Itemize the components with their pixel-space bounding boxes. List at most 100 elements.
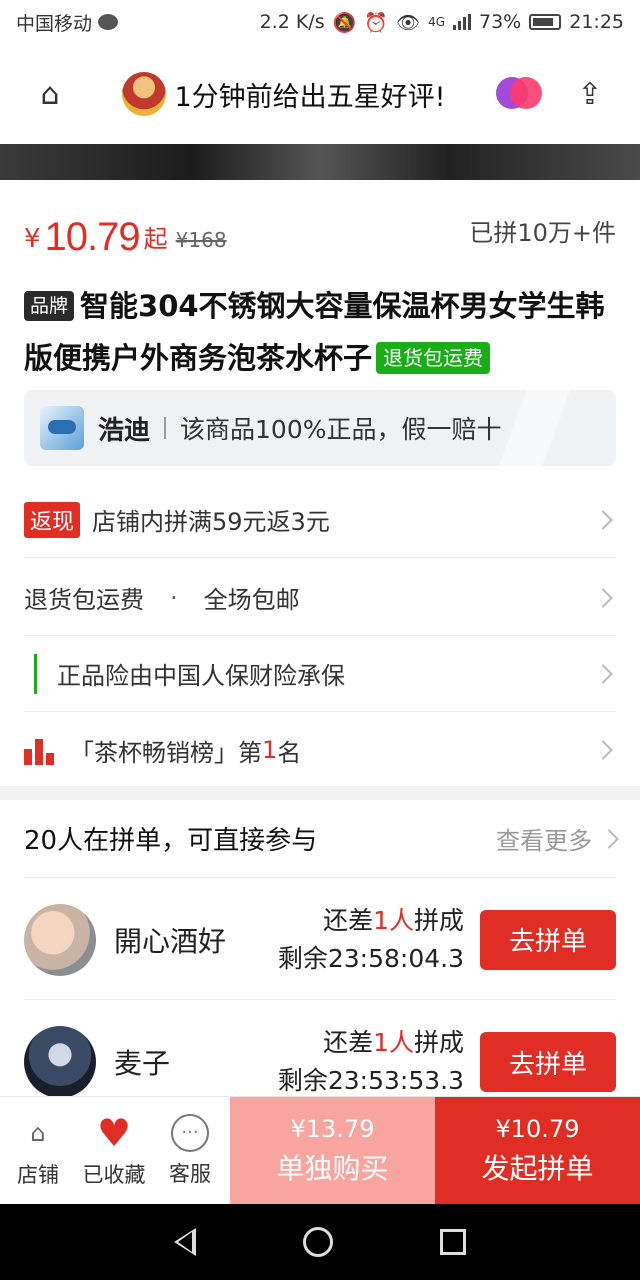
- status-right: 2.2 K/s 🔕 ⏰ 👁 4G 73% 21:25: [260, 11, 624, 34]
- alarm-icon: ⏰: [364, 11, 388, 34]
- start-group-button[interactable]: ¥10.79 发起拼单: [435, 1097, 640, 1204]
- heart-icon: ♥: [96, 1110, 132, 1155]
- store-button[interactable]: ⌂ 店铺: [0, 1097, 76, 1204]
- review-notice: 1分钟前给出五星好评!: [72, 72, 496, 116]
- remaining-label: 剩余: [277, 1066, 328, 1095]
- rebate-tag: 返现: [24, 501, 81, 538]
- price-row: ¥ 10.79 起 ¥168 已拼10万+件: [24, 200, 616, 260]
- home-icon[interactable]: ⌂: [28, 72, 72, 116]
- eye-icon: 👁: [395, 11, 421, 34]
- chevron-right-icon: [593, 587, 613, 608]
- product-title-text: 智能304不锈钢大容量保温杯男女学生韩版便携户外商务泡茶水杯子: [24, 289, 605, 375]
- chevron-right-icon: [599, 828, 619, 849]
- original-price: ¥168: [175, 228, 227, 252]
- review-notice-text: 1分钟前给出五星好评!: [174, 81, 446, 113]
- store-label: 店铺: [17, 1162, 59, 1187]
- network-speed: 2.2 K/s: [259, 11, 325, 33]
- mute-icon: 🔕: [332, 11, 357, 34]
- dot-separator: ·: [170, 583, 178, 612]
- remaining-time: 23:58:04.3: [327, 943, 464, 973]
- join-group-button[interactable]: 去拼单: [480, 1032, 616, 1092]
- share-icon[interactable]: ⇪: [568, 72, 612, 116]
- rebate-text: 店铺内拼满59元返3元: [92, 508, 330, 536]
- divider: [164, 417, 167, 439]
- view-more-label: 查看更多: [496, 827, 592, 855]
- reviewer-avatar: [122, 72, 167, 116]
- avatar: [24, 903, 96, 976]
- shipping-row[interactable]: 退货包运费 · 全场包邮: [24, 560, 616, 636]
- app-logo-icon[interactable]: [496, 77, 544, 111]
- return-shipping-text: 退货包运费: [24, 586, 144, 614]
- top-nav: ⌂ 1分钟前给出五星好评! ⇪: [0, 44, 640, 144]
- carrier-name: 中国移动: [16, 12, 93, 35]
- need-prefix: 还差: [323, 1028, 374, 1057]
- store-logo-icon: [40, 406, 84, 450]
- ranking-prefix: 「茶杯畅销榜」第: [70, 738, 262, 767]
- carrier-group: 中国移动: [16, 9, 119, 36]
- battery-percent: 73%: [479, 11, 522, 33]
- chevron-right-icon: [593, 509, 613, 530]
- product-title: 品牌 智能304不锈钢大容量保温杯男女学生韩版便携户外商务泡茶水杯子 退货包运费: [24, 280, 616, 384]
- need-count: 1人: [373, 1028, 414, 1057]
- customer-service-button[interactable]: ··· 客服: [152, 1097, 228, 1204]
- insurance-text: 正品险由中国人保财险承保: [57, 662, 345, 690]
- view-more-link[interactable]: 查看更多: [496, 821, 619, 856]
- group-remaining: 剩余23:58:04.3: [278, 940, 464, 978]
- need-count: 1人: [373, 905, 414, 935]
- return-shipping-tag: 退货包运费: [376, 342, 491, 374]
- join-group-button[interactable]: 去拼单: [480, 909, 616, 970]
- need-suffix: 拼成: [413, 1028, 464, 1057]
- insurance-icon: [34, 653, 37, 694]
- battery-icon: [529, 14, 562, 30]
- need-suffix: 拼成: [413, 905, 464, 935]
- favorite-button[interactable]: ♥ 已收藏: [76, 1097, 152, 1204]
- chevron-right-icon: [593, 663, 613, 684]
- free-shipping-text: 全场包邮: [203, 586, 300, 614]
- recent-apps-icon[interactable]: [440, 1229, 467, 1255]
- group-leader-name: 開心酒好: [114, 924, 227, 958]
- store-icon: ⌂: [30, 1118, 46, 1147]
- single-label: 单独购买: [276, 1151, 389, 1185]
- store-name: 浩迪: [98, 415, 151, 446]
- store-banner[interactable]: 浩迪 该商品100%正品，假一赔十: [24, 390, 616, 466]
- group-need: 还差1人拼成: [278, 1024, 464, 1062]
- ranking-suffix: 名: [277, 738, 302, 767]
- group-status: 还差1人拼成 剩余23:53:53.3: [278, 1024, 464, 1100]
- group-buy-header: 20人在拼单，可直接参与 查看更多: [24, 800, 619, 878]
- remaining-time: 23:53:53.3: [327, 1066, 464, 1095]
- currency-symbol: ¥: [24, 224, 41, 254]
- price-suffix: 起: [143, 225, 168, 253]
- group-label: 发起拼单: [481, 1151, 594, 1185]
- group-status: 还差1人拼成 剩余23:58:04.3: [278, 902, 464, 978]
- clock: 21:25: [569, 11, 624, 33]
- home-circle-icon[interactable]: [302, 1227, 333, 1257]
- group-leader-name: 麦子: [114, 1047, 171, 1080]
- favorite-label: 已收藏: [82, 1162, 146, 1187]
- chat-icon: ···: [171, 1113, 209, 1152]
- group-buy-title: 20人在拼单，可直接参与: [24, 826, 318, 856]
- avatar: [24, 1026, 96, 1098]
- ranking-icon: [24, 735, 54, 765]
- group-need: 还差1人拼成: [278, 902, 464, 940]
- banner-decoration: [416, 390, 616, 466]
- single-price: ¥13.79: [290, 1114, 375, 1143]
- network-type: 4G: [428, 15, 445, 29]
- service-label: 客服: [169, 1161, 211, 1186]
- status-bar: 中国移动 2.2 K/s 🔕 ⏰ 👁 4G 73% 21:25: [0, 0, 640, 44]
- remaining-label: 剩余: [277, 943, 328, 973]
- wechat-icon: [98, 14, 119, 30]
- brand-tag: 品牌: [24, 291, 75, 321]
- need-prefix: 还差: [323, 905, 374, 935]
- action-bar: ⌂ 店铺 ♥ 已收藏 ··· 客服 ¥13.79 单独购买 ¥10.79 发起拼…: [0, 1096, 640, 1204]
- rebate-row[interactable]: 返现 店铺内拼满59元返3元: [24, 482, 616, 558]
- ranking-row[interactable]: 「茶杯畅销榜」第 1 名: [24, 712, 616, 788]
- buy-alone-button[interactable]: ¥13.79 单独购买: [230, 1097, 435, 1204]
- section-divider: [0, 786, 640, 800]
- chevron-right-icon: [593, 740, 613, 760]
- product-image[interactable]: [0, 144, 640, 180]
- sold-count: 已拼10万+件: [469, 219, 616, 247]
- system-nav-bar: [0, 1204, 640, 1280]
- back-icon[interactable]: [173, 1228, 196, 1256]
- current-price: 10.79: [44, 215, 141, 259]
- insurance-row[interactable]: 正品险由中国人保财险承保: [24, 636, 616, 712]
